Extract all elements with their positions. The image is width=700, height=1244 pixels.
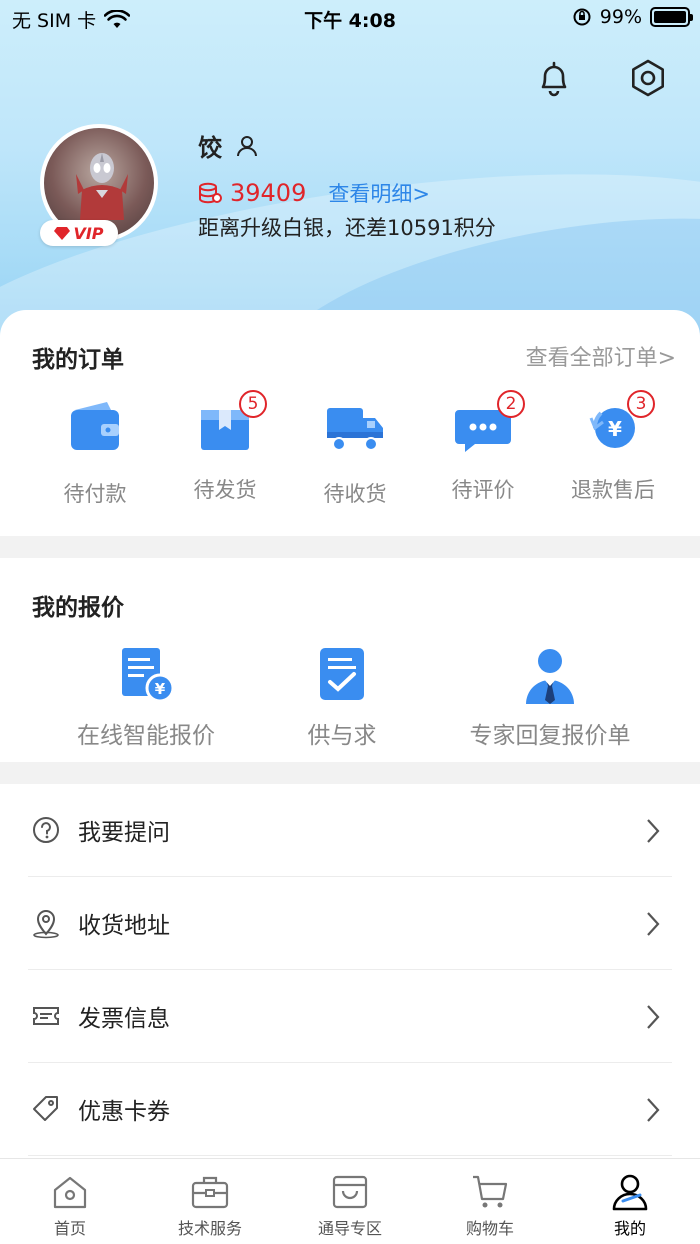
tab-label: 我的 [613, 1219, 646, 1238]
order-label: 退款售后 [571, 478, 655, 502]
order-pending-shipment[interactable]: 5 待发货 [160, 390, 290, 504]
order-label: 待发货 [193, 478, 257, 502]
shopping-bag-icon [332, 1175, 368, 1209]
my-orders-card: 我的订单 查看全部订单> 待付款 5 待发货 待收货 2 待评价 ¥ 3 退款售… [0, 310, 700, 536]
quote-label: 在线智能报价 [77, 723, 215, 749]
order-refund-aftersale[interactable]: ¥ 3 退款售后 [548, 390, 678, 504]
quotes-title: 我的报价 [32, 595, 124, 621]
orientation-lock-icon [573, 8, 591, 26]
cart-icon [473, 1175, 508, 1208]
tab-label: 技术服务 [177, 1219, 242, 1238]
checklist-icon [320, 648, 364, 700]
online-smart-quote[interactable]: ¥ 在线智能报价 [70, 646, 222, 750]
tab-label: 通导专区 [317, 1219, 382, 1238]
tab-cart[interactable]: 购物车 [420, 1159, 560, 1244]
supply-demand[interactable]: 供与求 [292, 646, 392, 750]
chevron-right-icon [647, 1005, 660, 1029]
points-detail-link[interactable]: 查看明细> [328, 178, 430, 208]
expert-reply-quote[interactable]: 专家回复报价单 [460, 646, 640, 750]
user-profile: VIP 饺 39409 查看明细> 距离升级白银，还差10591积分 [40, 124, 680, 246]
my-quotes-card: 我的报价 ¥ 在线智能报价 供与求 专家回复报价单 [0, 558, 700, 762]
svg-text:¥: ¥ [155, 680, 166, 698]
quote-document-icon: ¥ [122, 648, 175, 703]
order-pending-review[interactable]: 2 待评价 [418, 390, 548, 504]
order-badge: 2 [497, 390, 525, 418]
bell-icon[interactable] [534, 58, 574, 98]
points-value: 39409 [230, 179, 307, 207]
delivery-truck-icon [327, 408, 383, 451]
order-label: 待评价 [451, 478, 515, 502]
tab-navigation-zone[interactable]: 通导专区 [280, 1159, 420, 1244]
coins-icon [199, 182, 222, 204]
person-icon [612, 1174, 648, 1211]
tab-label: 购物车 [465, 1219, 514, 1238]
order-label: 待收货 [323, 482, 387, 506]
order-pending-receipt[interactable]: 待收货 [290, 400, 420, 508]
orders-title: 我的订单 [32, 347, 124, 373]
menu-shipping-address[interactable]: 收货地址 [28, 877, 672, 970]
menu-label: 优惠卡券 [78, 1099, 170, 1125]
order-badge: 5 [239, 390, 267, 418]
chevron-right-icon [647, 1098, 660, 1122]
level-upgrade-note: 距离升级白银，还差10591积分 [198, 216, 496, 240]
order-badge: 3 [627, 390, 655, 418]
menu-label: 收货地址 [78, 913, 170, 939]
view-all-orders-link[interactable]: 查看全部订单> [526, 340, 676, 372]
status-bar: 无 SIM 卡 下午 4:08 99% [0, 0, 700, 36]
expert-person-icon [526, 649, 574, 704]
settings-gear-icon[interactable] [628, 58, 668, 98]
home-icon [53, 1176, 87, 1209]
quote-label: 供与求 [307, 723, 377, 749]
tab-mine[interactable]: 我的 [560, 1159, 700, 1244]
tab-home[interactable]: 首页 [0, 1159, 140, 1244]
order-label: 待付款 [63, 482, 127, 506]
toolbox-icon [191, 1176, 229, 1209]
question-icon [33, 817, 59, 843]
menu-label: 发票信息 [78, 1006, 170, 1032]
chevron-right-icon [647, 819, 660, 843]
ticket-icon [33, 1007, 59, 1025]
tag-icon [33, 1096, 58, 1121]
battery-icon [650, 7, 693, 27]
bottom-tab-bar: 首页 技术服务 通导专区 购物车 我的 [0, 1158, 700, 1244]
menu-label: 我要提问 [78, 820, 170, 846]
menu-coupons[interactable]: 优惠卡券 [28, 1063, 672, 1156]
avatar-image [76, 153, 128, 220]
settings-menu-card: 我要提问 收货地址 发票信息 优惠卡券 [0, 784, 700, 1158]
user-name: 饺 [198, 134, 222, 162]
diamond-icon [54, 227, 71, 240]
vip-badge: VIP [40, 220, 118, 246]
svg-text:¥: ¥ [608, 417, 622, 441]
wallet-icon [71, 402, 119, 450]
battery-percent: 99% [599, 6, 642, 28]
order-pending-payment[interactable]: 待付款 [30, 400, 160, 508]
user-profile-icon[interactable] [236, 135, 258, 157]
tab-label: 首页 [53, 1219, 86, 1238]
location-icon [33, 910, 59, 939]
quote-label: 专家回复报价单 [469, 723, 631, 749]
menu-invoice-info[interactable]: 发票信息 [28, 970, 672, 1063]
tab-tech-service[interactable]: 技术服务 [140, 1159, 280, 1244]
chevron-right-icon [647, 912, 660, 936]
menu-ask-question[interactable]: 我要提问 [28, 784, 672, 877]
